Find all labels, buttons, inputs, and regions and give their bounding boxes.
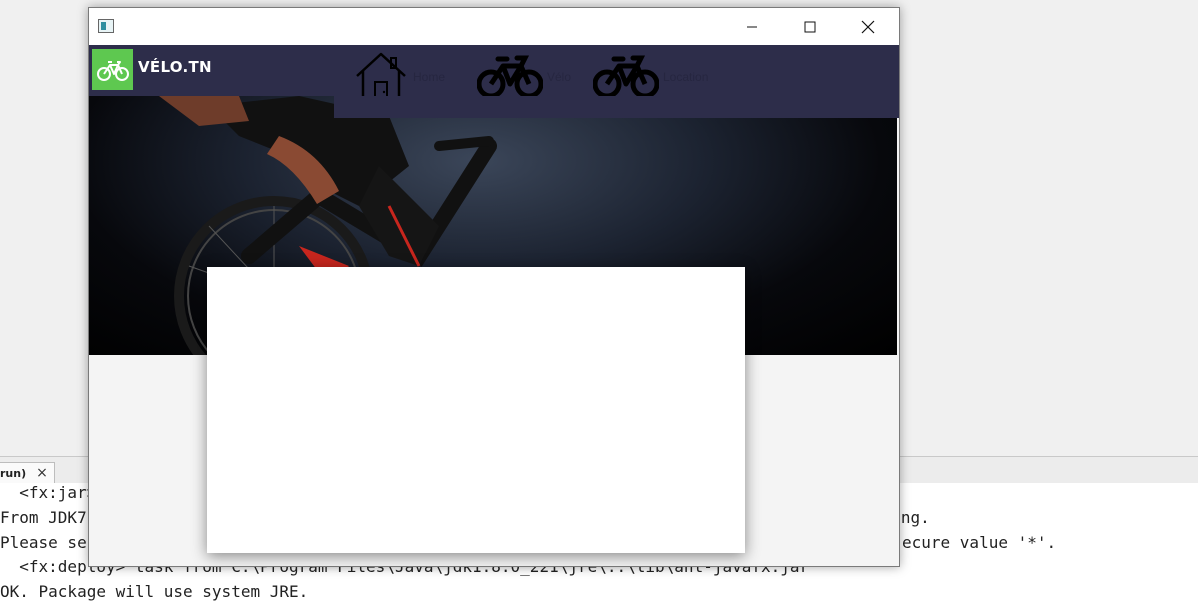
output-line-tail: ecure value '*'. xyxy=(902,533,1057,552)
brand-name: VÉLO.TN xyxy=(138,58,212,76)
logo xyxy=(92,49,133,90)
modal-dialog xyxy=(207,267,745,553)
output-line: <fx:jar> xyxy=(0,483,97,502)
output-line: Please se xyxy=(0,533,87,552)
output-tab-close-icon[interactable]: × xyxy=(36,465,48,481)
app-window-icon xyxy=(98,19,114,33)
nav-bar-extension xyxy=(334,96,899,118)
output-tab-label: run) xyxy=(0,466,27,480)
bicycle-logo-icon xyxy=(96,60,129,81)
output-line: From JDK7 xyxy=(0,508,87,527)
close-icon xyxy=(861,20,875,33)
maximize-button[interactable] xyxy=(781,8,839,45)
title-bar[interactable] xyxy=(89,8,899,45)
close-button[interactable] xyxy=(839,8,897,45)
nav-label-velo: Vélo xyxy=(547,70,572,84)
nav-label-home: Home xyxy=(413,70,446,84)
minimize-button[interactable] xyxy=(723,8,781,45)
output-line: OK. Package will use system JRE. xyxy=(0,582,309,601)
app-window: VÉLO.TN Home Vélo Location xyxy=(88,7,900,567)
output-tab[interactable]: run) × xyxy=(0,462,55,483)
nav-label-location: Location xyxy=(663,70,709,84)
maximize-icon xyxy=(804,21,816,32)
minimize-icon xyxy=(747,26,757,27)
